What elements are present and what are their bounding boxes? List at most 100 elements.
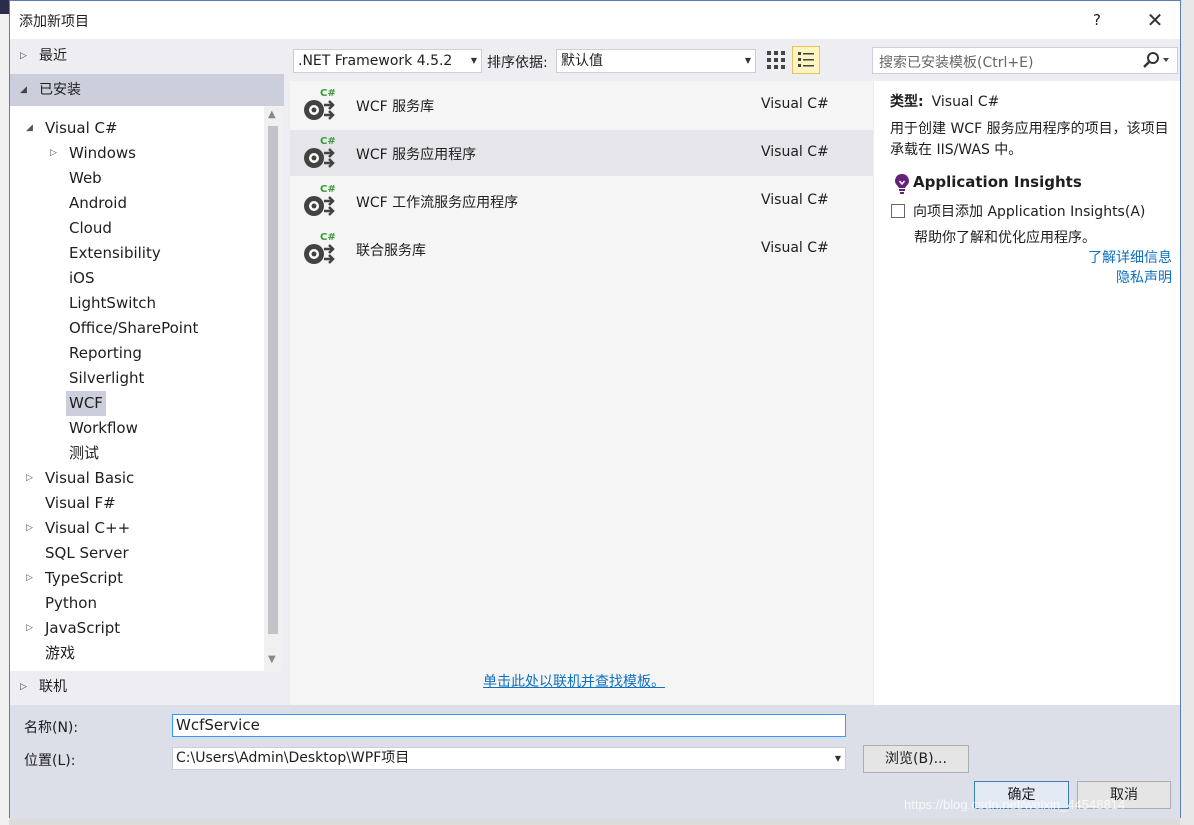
template-name: WCF 服务库	[356, 99, 435, 115]
template-item[interactable]: C# 联合服务库 Visual C#	[290, 226, 873, 272]
list-view-icon[interactable]	[792, 46, 820, 74]
scroll-up-icon[interactable]: ▲	[268, 109, 276, 120]
template-description: 用于创建 WCF 服务应用程序的项目，该项目承载在 IIS/WAS 中。	[890, 121, 1169, 158]
template-name: 联合服务库	[356, 243, 426, 259]
tree-item[interactable]: SQL Server	[10, 541, 264, 566]
type-line: 类型: Visual C#	[890, 91, 999, 111]
expanded-arrow-icon[interactable]: ◢	[26, 116, 33, 141]
template-tree: ◢ Visual C# ▷ Windows Web Android Cloud Extensi…	[10, 106, 264, 671]
category-online[interactable]: ▷ 联机	[10, 671, 284, 703]
tree-item[interactable]: ▷ Visual Basic	[10, 466, 264, 491]
application-insights-help: 帮助你了解和优化应用程序。	[914, 230, 1096, 246]
category-label: 已安装	[39, 82, 81, 98]
application-insights-checkbox[interactable]	[891, 204, 905, 218]
browse-button[interactable]: 浏览(B)...	[863, 745, 969, 773]
tree-item-label: Visual F#	[45, 494, 116, 512]
tree-item-label: Silverlight	[69, 369, 145, 387]
expand-arrow-icon: ▷	[20, 51, 27, 61]
location-select[interactable]: C:\Users\Admin\Desktop\WPF项目 ▼	[172, 747, 846, 770]
close-button[interactable]: ✕	[1138, 7, 1172, 33]
search-placeholder: 搜索已安装模板(Ctrl+E)	[879, 55, 1034, 71]
tree-item[interactable]: ▷ Visual C++	[10, 516, 264, 541]
template-language: Visual C#	[761, 192, 829, 208]
template-language: Visual C#	[761, 96, 829, 112]
category-installed[interactable]: ◢ 已安装	[10, 74, 284, 106]
category-recent[interactable]: ▷ 最近	[10, 40, 284, 72]
tree-item[interactable]: Workflow	[10, 416, 264, 441]
framework-select[interactable]: .NET Framework 4.5.2 ▼	[293, 49, 482, 73]
expand-arrow-icon[interactable]: ▷	[50, 141, 57, 166]
name-label: 名称(N):	[24, 720, 79, 736]
chevron-down-icon: ▼	[744, 56, 751, 65]
tree-item[interactable]: Android	[10, 191, 264, 216]
sort-label: 排序依据:	[487, 55, 548, 71]
tree-item-label: TypeScript	[45, 569, 123, 587]
tree-item-label: Office/SharePoint	[69, 319, 199, 337]
details-panel: 类型: Visual C# 用于创建 WCF 服务应用程序的项目，该项目承载在 I…	[874, 81, 1180, 705]
watermark-text: https://blog.csdn.net/weixin_44548814	[904, 797, 1126, 812]
tree-item[interactable]: Python	[10, 591, 264, 616]
template-item[interactable]: C# WCF 服务库 Visual C#	[290, 82, 873, 128]
scroll-thumb[interactable]	[268, 126, 278, 634]
expand-arrow-icon: ▷	[20, 682, 27, 692]
tree-item-label: Visual C#	[45, 119, 118, 137]
application-insights-checkbox-label[interactable]: 向项目添加 Application Insights(A)	[913, 201, 1145, 221]
sort-select[interactable]: 默认值 ▼	[556, 49, 756, 73]
tree-item-label: Web	[69, 169, 102, 187]
tree-item-label: 游戏	[45, 644, 76, 662]
tree-item-label: Windows	[69, 144, 136, 162]
title-bar: 添加新项目 ? ✕	[10, 1, 1180, 39]
tree-item-label: WCF	[66, 391, 106, 416]
type-value: Visual C#	[931, 94, 1000, 110]
tree-item[interactable]: ▷ JavaScript	[10, 616, 264, 641]
svg-text:C#: C#	[320, 184, 336, 195]
expanded-arrow-icon: ◢	[20, 85, 27, 95]
expand-arrow-icon[interactable]: ▷	[26, 566, 33, 591]
tree-item[interactable]: LightSwitch	[10, 291, 264, 316]
tree-item[interactable]: 测试	[10, 441, 264, 466]
name-input[interactable]: WcfService	[172, 714, 846, 737]
tree-item[interactable]: Cloud	[10, 216, 264, 241]
template-language: Visual C#	[761, 144, 829, 160]
tree-item-label: Extensibility	[69, 244, 161, 262]
search-input[interactable]: 搜索已安装模板(Ctrl+E)	[872, 47, 1178, 74]
framework-value: .NET Framework 4.5.2	[298, 53, 453, 69]
tree-scrollbar[interactable]: ▲ ▼	[264, 106, 282, 671]
category-label: 最近	[39, 48, 67, 64]
scroll-down-icon[interactable]: ▼	[268, 654, 276, 665]
tree-item[interactable]: Office/SharePoint	[10, 316, 264, 341]
tree-item[interactable]: Web	[10, 166, 264, 191]
tree-item[interactable]: iOS	[10, 266, 264, 291]
grid-view-icon[interactable]	[764, 47, 788, 73]
wcf-service-icon: C#	[300, 134, 340, 172]
tree-item[interactable]: Visual F#	[10, 491, 264, 516]
tree-item[interactable]: ◢ Visual C#	[10, 116, 264, 141]
tree-item[interactable]: ▷ TypeScript	[10, 566, 264, 591]
tree-item-label: LightSwitch	[69, 294, 157, 312]
tree-item[interactable]: WCF	[10, 391, 264, 416]
background-window-edge	[0, 0, 9, 14]
tree-item-label: JavaScript	[45, 619, 121, 637]
tree-item[interactable]: Silverlight	[10, 366, 264, 391]
tree-item-label: Reporting	[69, 344, 142, 362]
application-insights-title: Application Insights	[913, 173, 1082, 191]
expand-arrow-icon[interactable]: ▷	[26, 616, 33, 641]
tree-item-label: iOS	[69, 269, 95, 287]
template-item[interactable]: C# WCF 服务应用程序 Visual C#	[290, 130, 873, 176]
location-value: C:\Users\Admin\Desktop\WPF项目	[176, 750, 410, 766]
svg-text:C#: C#	[320, 88, 336, 99]
template-item[interactable]: C# WCF 工作流服务应用程序 Visual C#	[290, 178, 873, 224]
search-icon[interactable]	[1141, 51, 1171, 75]
tree-item[interactable]: ▷ Windows	[10, 141, 264, 166]
help-button[interactable]: ?	[1082, 7, 1112, 33]
tree-item[interactable]: Extensibility	[10, 241, 264, 266]
expand-arrow-icon[interactable]: ▷	[26, 516, 33, 541]
expand-arrow-icon[interactable]: ▷	[26, 466, 33, 491]
privacy-statement-link[interactable]: 隐私声明	[1116, 267, 1172, 287]
template-language: Visual C#	[761, 240, 829, 256]
learn-more-link[interactable]: 了解详细信息	[1088, 247, 1172, 267]
online-search-link[interactable]: 单击此处以联机并查找模板。	[483, 671, 665, 691]
tree-item[interactable]: Reporting	[10, 341, 264, 366]
tree-item[interactable]: 游戏	[10, 641, 264, 666]
lightbulb-icon	[894, 173, 910, 199]
